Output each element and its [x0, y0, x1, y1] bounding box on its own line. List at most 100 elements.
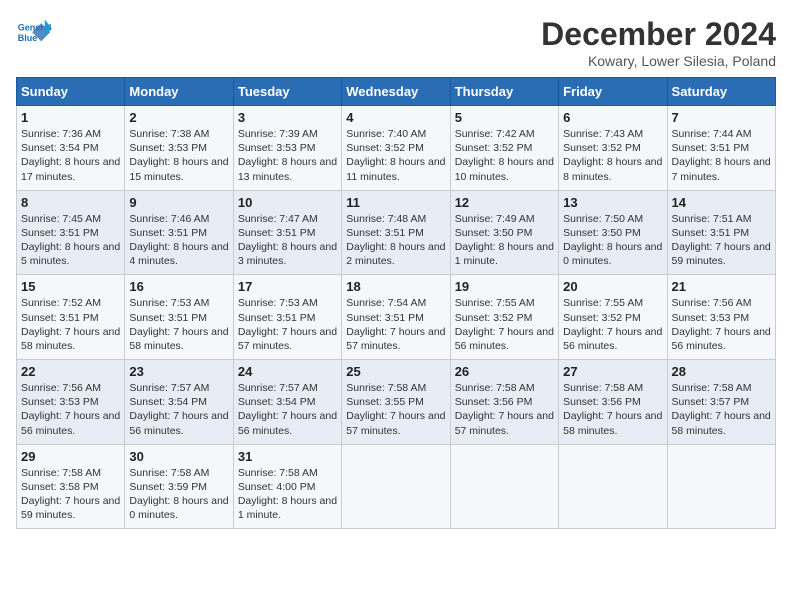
- header-thursday: Thursday: [450, 78, 558, 106]
- day-number: 15: [21, 279, 120, 294]
- calendar-cell: 22 Sunrise: 7:56 AM Sunset: 3:53 PM Dayl…: [17, 360, 125, 445]
- day-number: 10: [238, 195, 337, 210]
- calendar-cell: 17 Sunrise: 7:53 AM Sunset: 3:51 PM Dayl…: [233, 275, 341, 360]
- calendar-cell: 9 Sunrise: 7:46 AM Sunset: 3:51 PM Dayli…: [125, 190, 233, 275]
- day-info: Sunrise: 7:55 AM Sunset: 3:52 PM Dayligh…: [455, 296, 554, 353]
- header-tuesday: Tuesday: [233, 78, 341, 106]
- header-monday: Monday: [125, 78, 233, 106]
- calendar-cell: 23 Sunrise: 7:57 AM Sunset: 3:54 PM Dayl…: [125, 360, 233, 445]
- day-number: 2: [129, 110, 228, 125]
- day-number: 4: [346, 110, 445, 125]
- day-info: Sunrise: 7:39 AM Sunset: 3:53 PM Dayligh…: [238, 127, 337, 184]
- calendar-week-row: 29 Sunrise: 7:58 AM Sunset: 3:58 PM Dayl…: [17, 444, 776, 529]
- day-info: Sunrise: 7:47 AM Sunset: 3:51 PM Dayligh…: [238, 212, 337, 269]
- calendar-cell: 15 Sunrise: 7:52 AM Sunset: 3:51 PM Dayl…: [17, 275, 125, 360]
- day-info: Sunrise: 7:42 AM Sunset: 3:52 PM Dayligh…: [455, 127, 554, 184]
- calendar-cell: 30 Sunrise: 7:58 AM Sunset: 3:59 PM Dayl…: [125, 444, 233, 529]
- day-number: 26: [455, 364, 554, 379]
- day-number: 5: [455, 110, 554, 125]
- day-number: 7: [672, 110, 771, 125]
- day-number: 12: [455, 195, 554, 210]
- month-title: December 2024: [541, 16, 776, 53]
- day-number: 16: [129, 279, 228, 294]
- calendar-cell: 18 Sunrise: 7:54 AM Sunset: 3:51 PM Dayl…: [342, 275, 450, 360]
- header-friday: Friday: [559, 78, 667, 106]
- calendar-cell: [342, 444, 450, 529]
- day-info: Sunrise: 7:52 AM Sunset: 3:51 PM Dayligh…: [21, 296, 120, 353]
- day-number: 14: [672, 195, 771, 210]
- day-number: 23: [129, 364, 228, 379]
- day-number: 28: [672, 364, 771, 379]
- header-wednesday: Wednesday: [342, 78, 450, 106]
- day-number: 17: [238, 279, 337, 294]
- day-info: Sunrise: 7:38 AM Sunset: 3:53 PM Dayligh…: [129, 127, 228, 184]
- calendar-cell: 20 Sunrise: 7:55 AM Sunset: 3:52 PM Dayl…: [559, 275, 667, 360]
- day-number: 6: [563, 110, 662, 125]
- day-number: 9: [129, 195, 228, 210]
- day-number: 8: [21, 195, 120, 210]
- logo: General Blue: [16, 16, 52, 52]
- day-number: 25: [346, 364, 445, 379]
- calendar-cell: 28 Sunrise: 7:58 AM Sunset: 3:57 PM Dayl…: [667, 360, 775, 445]
- day-info: Sunrise: 7:53 AM Sunset: 3:51 PM Dayligh…: [238, 296, 337, 353]
- calendar-cell: 24 Sunrise: 7:57 AM Sunset: 3:54 PM Dayl…: [233, 360, 341, 445]
- day-info: Sunrise: 7:57 AM Sunset: 3:54 PM Dayligh…: [129, 381, 228, 438]
- day-info: Sunrise: 7:36 AM Sunset: 3:54 PM Dayligh…: [21, 127, 120, 184]
- calendar-cell: [450, 444, 558, 529]
- day-number: 29: [21, 449, 120, 464]
- day-info: Sunrise: 7:56 AM Sunset: 3:53 PM Dayligh…: [672, 296, 771, 353]
- day-info: Sunrise: 7:46 AM Sunset: 3:51 PM Dayligh…: [129, 212, 228, 269]
- calendar-cell: 7 Sunrise: 7:44 AM Sunset: 3:51 PM Dayli…: [667, 106, 775, 191]
- day-info: Sunrise: 7:58 AM Sunset: 3:57 PM Dayligh…: [672, 381, 771, 438]
- logo-icon: General Blue: [16, 16, 52, 52]
- calendar-cell: 4 Sunrise: 7:40 AM Sunset: 3:52 PM Dayli…: [342, 106, 450, 191]
- weekday-header-row: Sunday Monday Tuesday Wednesday Thursday…: [17, 78, 776, 106]
- day-number: 18: [346, 279, 445, 294]
- day-info: Sunrise: 7:55 AM Sunset: 3:52 PM Dayligh…: [563, 296, 662, 353]
- day-number: 11: [346, 195, 445, 210]
- calendar-week-row: 8 Sunrise: 7:45 AM Sunset: 3:51 PM Dayli…: [17, 190, 776, 275]
- calendar-cell: 10 Sunrise: 7:47 AM Sunset: 3:51 PM Dayl…: [233, 190, 341, 275]
- day-info: Sunrise: 7:58 AM Sunset: 3:56 PM Dayligh…: [455, 381, 554, 438]
- calendar-cell: 29 Sunrise: 7:58 AM Sunset: 3:58 PM Dayl…: [17, 444, 125, 529]
- calendar-cell: 3 Sunrise: 7:39 AM Sunset: 3:53 PM Dayli…: [233, 106, 341, 191]
- calendar-cell: 6 Sunrise: 7:43 AM Sunset: 3:52 PM Dayli…: [559, 106, 667, 191]
- day-number: 22: [21, 364, 120, 379]
- calendar-cell: 16 Sunrise: 7:53 AM Sunset: 3:51 PM Dayl…: [125, 275, 233, 360]
- calendar-cell: 2 Sunrise: 7:38 AM Sunset: 3:53 PM Dayli…: [125, 106, 233, 191]
- day-info: Sunrise: 7:56 AM Sunset: 3:53 PM Dayligh…: [21, 381, 120, 438]
- day-number: 19: [455, 279, 554, 294]
- page-header: General Blue December 2024 Kowary, Lower…: [16, 16, 776, 69]
- day-info: Sunrise: 7:58 AM Sunset: 3:55 PM Dayligh…: [346, 381, 445, 438]
- day-number: 1: [21, 110, 120, 125]
- day-number: 31: [238, 449, 337, 464]
- day-number: 30: [129, 449, 228, 464]
- day-info: Sunrise: 7:48 AM Sunset: 3:51 PM Dayligh…: [346, 212, 445, 269]
- day-info: Sunrise: 7:58 AM Sunset: 3:58 PM Dayligh…: [21, 466, 120, 523]
- header-saturday: Saturday: [667, 78, 775, 106]
- calendar-cell: [559, 444, 667, 529]
- calendar-week-row: 15 Sunrise: 7:52 AM Sunset: 3:51 PM Dayl…: [17, 275, 776, 360]
- calendar-cell: 13 Sunrise: 7:50 AM Sunset: 3:50 PM Dayl…: [559, 190, 667, 275]
- day-info: Sunrise: 7:58 AM Sunset: 3:56 PM Dayligh…: [563, 381, 662, 438]
- day-info: Sunrise: 7:45 AM Sunset: 3:51 PM Dayligh…: [21, 212, 120, 269]
- day-info: Sunrise: 7:51 AM Sunset: 3:51 PM Dayligh…: [672, 212, 771, 269]
- day-info: Sunrise: 7:58 AM Sunset: 4:00 PM Dayligh…: [238, 466, 337, 523]
- day-info: Sunrise: 7:53 AM Sunset: 3:51 PM Dayligh…: [129, 296, 228, 353]
- calendar-cell: 11 Sunrise: 7:48 AM Sunset: 3:51 PM Dayl…: [342, 190, 450, 275]
- calendar-cell: 25 Sunrise: 7:58 AM Sunset: 3:55 PM Dayl…: [342, 360, 450, 445]
- calendar-cell: [667, 444, 775, 529]
- day-info: Sunrise: 7:40 AM Sunset: 3:52 PM Dayligh…: [346, 127, 445, 184]
- day-number: 13: [563, 195, 662, 210]
- calendar-cell: 27 Sunrise: 7:58 AM Sunset: 3:56 PM Dayl…: [559, 360, 667, 445]
- day-number: 27: [563, 364, 662, 379]
- day-info: Sunrise: 7:57 AM Sunset: 3:54 PM Dayligh…: [238, 381, 337, 438]
- header-sunday: Sunday: [17, 78, 125, 106]
- calendar-table: Sunday Monday Tuesday Wednesday Thursday…: [16, 77, 776, 529]
- day-number: 24: [238, 364, 337, 379]
- calendar-cell: 8 Sunrise: 7:45 AM Sunset: 3:51 PM Dayli…: [17, 190, 125, 275]
- calendar-cell: 12 Sunrise: 7:49 AM Sunset: 3:50 PM Dayl…: [450, 190, 558, 275]
- day-number: 21: [672, 279, 771, 294]
- calendar-cell: 26 Sunrise: 7:58 AM Sunset: 3:56 PM Dayl…: [450, 360, 558, 445]
- calendar-cell: 31 Sunrise: 7:58 AM Sunset: 4:00 PM Dayl…: [233, 444, 341, 529]
